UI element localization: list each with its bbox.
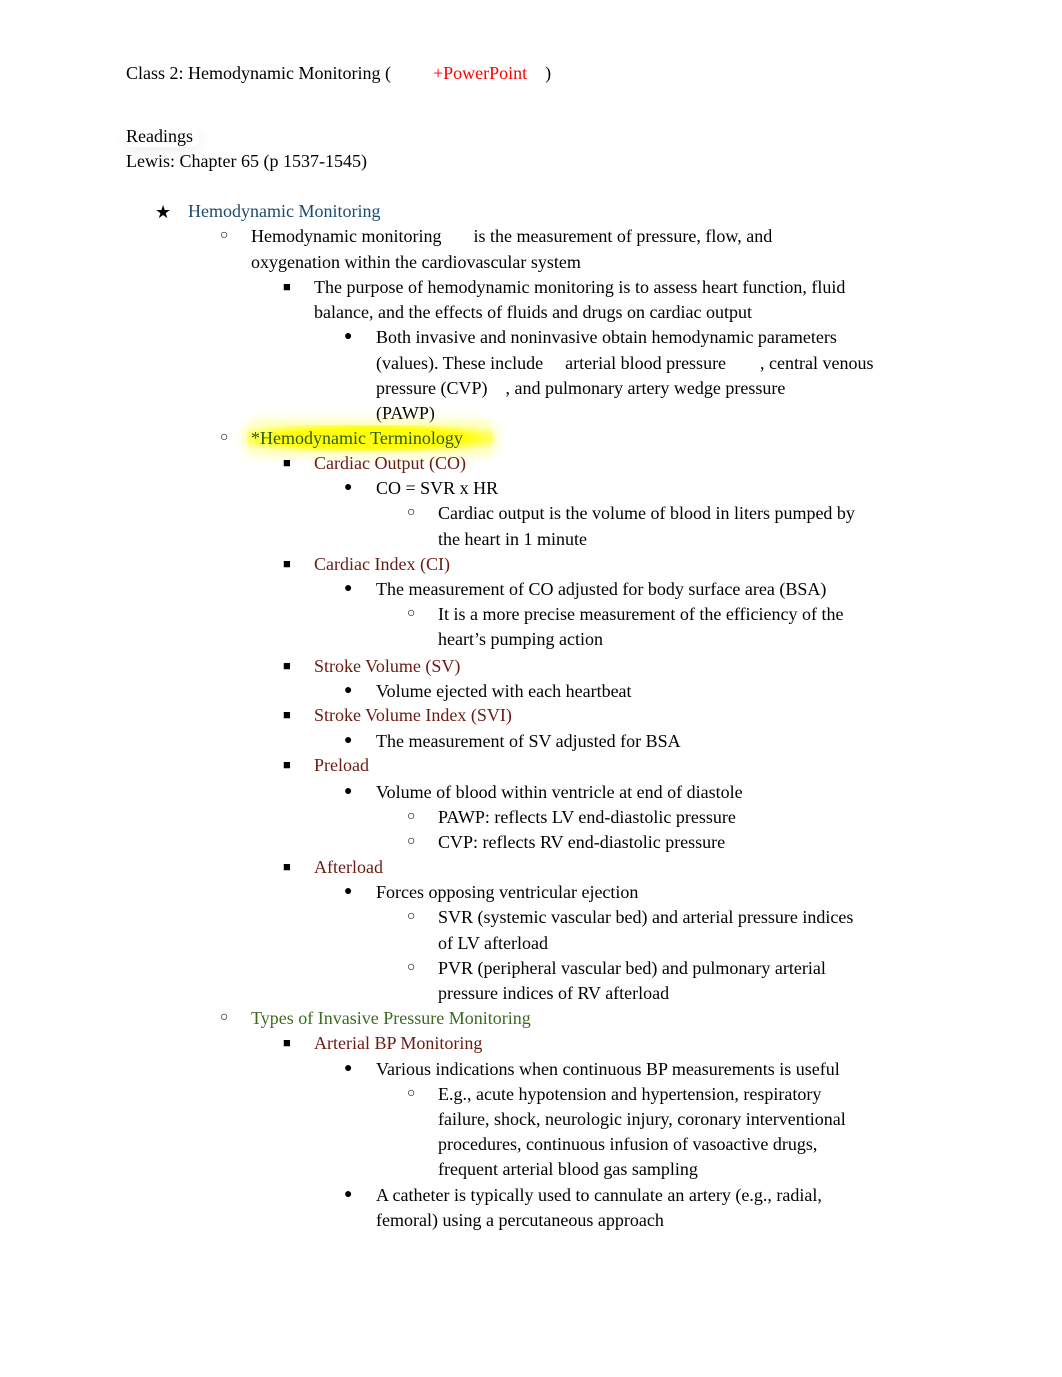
term-stroke-volume: Stroke Volume (SV) [314, 656, 461, 676]
definition-line-2: oxygenation within the cardiovascular sy… [251, 252, 581, 272]
parameters-line-4: (PAWP) [376, 403, 435, 423]
arterial-catheter-1: A catheter is typically used to cannulat… [376, 1185, 822, 1205]
circle-bullet-icon: ○ [220, 228, 229, 243]
dot-bullet-icon: ● [344, 581, 353, 596]
circle-bullet-icon: ○ [220, 430, 229, 445]
parameter-abp: arterial blood pressure [565, 353, 727, 373]
parameter-text-cvp: , central venous [760, 353, 874, 373]
document-title: Class 2: Hemodynamic Monitoring ( +PowerP… [126, 62, 551, 84]
afterload-detail-2b: pressure indices of RV afterload [438, 983, 670, 1003]
ci-detail-1: It is a more precise measurement of the … [438, 604, 844, 624]
dot-bullet-icon: ● [344, 1061, 353, 1076]
term-cardiac-index: Cardiac Index (CI) [314, 554, 450, 574]
purpose-line-1: The purpose of hemodynamic monitoring is… [314, 277, 846, 297]
circle-bullet-icon: ○ [407, 809, 416, 824]
afterload-detail-1b: of LV afterload [438, 933, 548, 953]
parameters-line-3: pressure (CVP) , and pulmonary artery wed… [376, 377, 785, 399]
parameters-line-2: (values). These include arterial blood pr… [376, 352, 874, 374]
circle-bullet-icon: ○ [407, 909, 416, 924]
term-preload: Preload [314, 755, 369, 775]
dot-bullet-icon: ● [344, 733, 353, 748]
co-detail-1: Cardiac output is the volume of blood in… [438, 503, 855, 523]
invasive-monitoring-heading: Types of Invasive Pressure Monitoring [251, 1008, 531, 1028]
definition-text: is the measurement of pressure, flow, an… [473, 226, 773, 246]
circle-bullet-icon: ○ [407, 1086, 416, 1101]
dot-bullet-icon: ● [344, 480, 353, 495]
square-bullet-icon: ■ [283, 556, 291, 571]
term-afterload: Afterload [314, 857, 383, 877]
svi-definition: The measurement of SV adjusted for BSA [376, 731, 681, 751]
arterial-examples-4: frequent arterial blood gas sampling [438, 1159, 698, 1179]
square-bullet-icon: ■ [283, 1035, 291, 1050]
preload-detail-2: CVP: reflects RV end-diastolic pressure [438, 832, 726, 852]
square-bullet-icon: ■ [283, 455, 291, 470]
dot-bullet-icon: ● [344, 1187, 353, 1202]
term-cardiac-output: Cardiac Output (CO) [314, 453, 466, 473]
parameters-line-1: Both invasive and noninvasive obtain hem… [376, 327, 837, 347]
sv-definition: Volume ejected with each heartbeat [376, 681, 632, 701]
square-bullet-icon: ■ [283, 757, 291, 772]
afterload-definition: Forces opposing ventricular ejection [376, 882, 639, 902]
readings-label: Readings [126, 125, 199, 147]
circle-bullet-icon: ○ [407, 834, 416, 849]
dot-bullet-icon: ● [344, 784, 353, 799]
dot-bullet-icon: ● [344, 329, 353, 344]
preload-detail-1: PAWP: reflects LV end-diastolic pressure [438, 807, 736, 827]
circle-bullet-icon: ○ [220, 1010, 229, 1025]
arterial-bp-monitoring-title: Arterial BP Monitoring [314, 1033, 483, 1053]
title-prefix: Class 2: Hemodynamic Monitoring ( [126, 63, 391, 83]
square-bullet-icon: ■ [283, 658, 291, 673]
readings-reference: Lewis: Chapter 65 (p 1537-1545) [126, 151, 367, 171]
ci-definition: The measurement of CO adjusted for body … [376, 579, 827, 599]
section-title-hemodynamic-monitoring: Hemodynamic Monitoring [188, 201, 381, 221]
terminology-heading: *Hemodynamic Terminology [247, 425, 493, 451]
square-bullet-icon: ■ [283, 859, 291, 874]
preload-definition: Volume of blood within ventricle at end … [376, 782, 743, 802]
definition-term: Hemodynamic monitoring [251, 226, 442, 246]
arterial-catheter-2: femoral) using a percutaneous approach [376, 1210, 664, 1230]
ci-detail-2: heart’s pumping action [438, 629, 603, 649]
parameter-cvp: pressure (CVP) [376, 378, 488, 398]
afterload-detail-2a: PVR (peripheral vascular bed) and pulmon… [438, 958, 826, 978]
arterial-examples-1: E.g., acute hypotension and hypertension… [438, 1084, 822, 1104]
square-bullet-icon: ■ [283, 279, 291, 294]
definition-line-1: Hemodynamic monitoring is the measurement… [251, 225, 772, 247]
purpose-line-2: balance, and the effects of fluids and d… [314, 302, 753, 322]
circle-bullet-icon: ○ [407, 960, 416, 975]
powerpoint-link[interactable]: +PowerPoint [433, 63, 527, 83]
afterload-detail-1a: SVR (systemic vascular bed) and arterial… [438, 907, 854, 927]
arterial-indications: Various indications when continuous BP m… [376, 1059, 840, 1079]
circle-bullet-icon: ○ [407, 606, 416, 621]
parameter-pawp: , and pulmonary artery wedge pressure [505, 378, 786, 398]
term-stroke-volume-index: Stroke Volume Index (SVI) [314, 705, 512, 725]
dot-bullet-icon: ● [344, 683, 353, 698]
dot-bullet-icon: ● [344, 884, 353, 899]
circle-bullet-icon: ○ [407, 505, 416, 520]
terminology-title-highlighted: *Hemodynamic Terminology [247, 425, 493, 451]
title-suffix: ) [545, 63, 552, 83]
co-detail-2: the heart in 1 minute [438, 529, 587, 549]
square-bullet-icon: ■ [283, 707, 291, 722]
co-formula: CO = SVR x HR [376, 478, 499, 498]
star-bullet-icon: ★ [155, 202, 172, 222]
parameters-text: (values). These include [376, 353, 544, 373]
arterial-examples-2: failure, shock, neurologic injury, coron… [438, 1109, 846, 1129]
arterial-examples-3: procedures, continuous infusion of vasoa… [438, 1134, 818, 1154]
